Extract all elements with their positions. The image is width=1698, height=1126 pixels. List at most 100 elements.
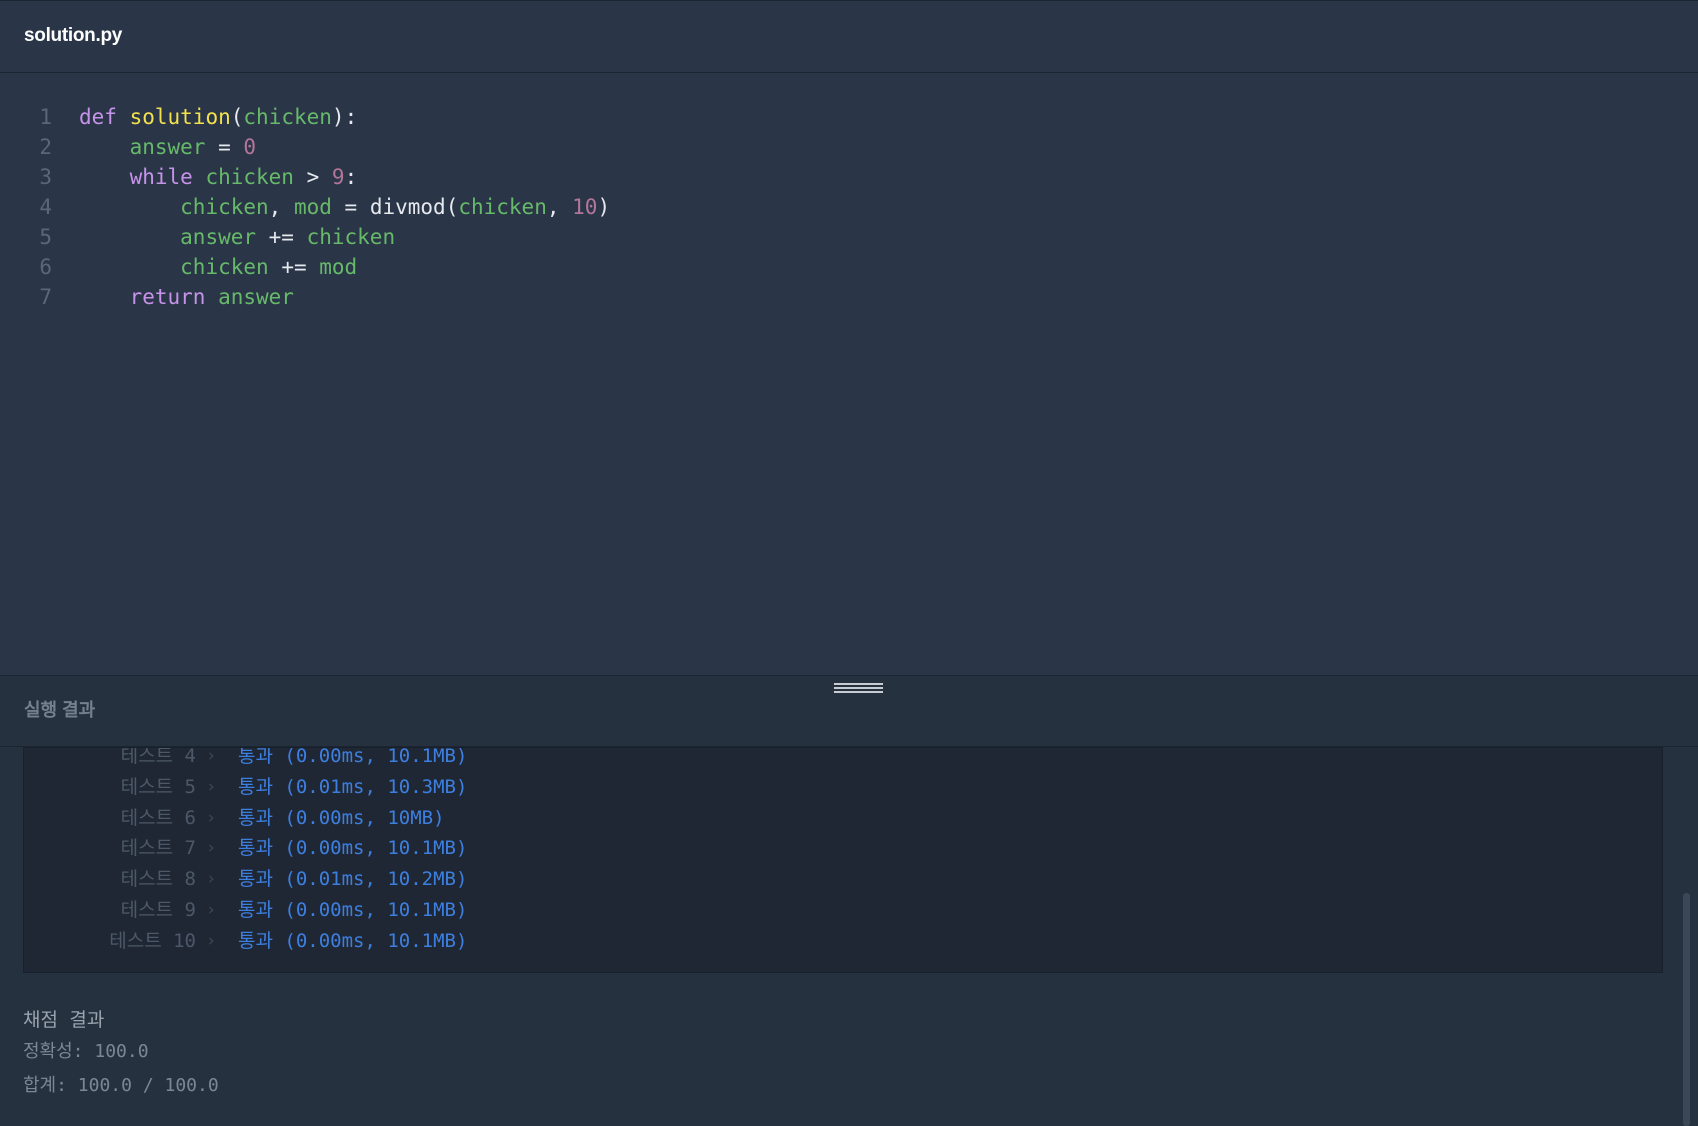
code-token: answer (180, 225, 257, 249)
panel-splitter[interactable]: 실행 결과 (0, 675, 1698, 747)
results-title: 실행 결과 (24, 700, 96, 720)
file-tab-bar: solution.py (0, 1, 1698, 73)
code-line[interactable]: 5 answer += chicken (0, 222, 1698, 252)
code-token: return (129, 285, 206, 309)
code-token: chicken (180, 195, 269, 219)
code-token: solution (129, 105, 231, 129)
code-token: chicken (205, 165, 294, 189)
chevron-right-icon: › (206, 807, 217, 828)
code-token: chicken (243, 105, 332, 129)
code-token: def (79, 105, 117, 129)
test-label: 테스트 8 (120, 868, 196, 891)
results-panel: 테스트 4 › 통과 (0.00ms, 10.1MB) 테스트 5 › 통과 (0.01m… (0, 747, 1698, 1126)
code-line[interactable]: 3 while chicken > 9: (0, 162, 1698, 192)
code-area[interactable]: 1 def solution(chicken): 2 answer = 03 whi… (0, 102, 1698, 312)
code-token: , (546, 195, 573, 219)
file-name-tab[interactable]: solution.py (24, 25, 122, 47)
code-token: while (129, 165, 193, 189)
test-result-status: 통과 (0.00ms, 10MB) (238, 806, 445, 829)
chevron-right-icon: › (206, 900, 217, 920)
grading-summary: 채점 결과 정확성: 100.0 합계: 100.0 / 100.0 (23, 1005, 219, 1103)
code-token: answer (129, 135, 206, 159)
line-number: 3 (39, 165, 52, 189)
test-label: 테스트 7 (120, 837, 196, 860)
line-code[interactable]: answer = 0 (79, 132, 256, 162)
test-result-row: 테스트 5 › 통과 (0.01ms, 10.3MB) (24, 772, 1662, 802)
code-token: 0 (243, 135, 257, 159)
line-code[interactable]: answer += chicken (79, 222, 395, 252)
results-scrollbar-thumb[interactable] (1683, 893, 1690, 1126)
test-label: 테스트 9 (120, 899, 196, 921)
chevron-right-icon: › (206, 930, 217, 951)
line-number: 6 (39, 255, 52, 279)
test-result-status: 통과 (0.00ms, 10.1MB) (238, 899, 468, 921)
test-result-status: 통과 (0.00ms, 10.1MB) (238, 929, 468, 952)
line-number: 5 (39, 225, 52, 249)
code-line[interactable]: 4 chicken, mod = divmod(chicken, 10) (0, 192, 1698, 222)
code-token: ( (230, 105, 244, 129)
test-result-status: 통과 (0.00ms, 10.1MB) (238, 747, 468, 767)
code-token: mod (319, 255, 358, 279)
chevron-right-icon: › (206, 869, 217, 890)
chevron-right-icon: › (206, 838, 217, 859)
code-token: mod (293, 195, 332, 219)
code-token: += (256, 225, 307, 249)
test-label: 테스트 4 (120, 747, 196, 767)
code-line[interactable]: 7 return answer (0, 282, 1698, 312)
line-number: 2 (39, 135, 52, 159)
code-line[interactable]: 2 answer = 0 (0, 132, 1698, 162)
test-result-row: 테스트 10 › 통과 (0.00ms, 10.1MB) (24, 926, 1662, 956)
line-code[interactable]: while chicken > 9: (79, 162, 358, 192)
code-editor-panel[interactable]: solution.py 1 def solution(chicken): 2 ans… (0, 0, 1698, 675)
test-result-row: 테스트 6 › 통과 (0.00ms, 10MB) (24, 803, 1662, 833)
line-number: 4 (39, 195, 52, 219)
grading-total: 합계: 100.0 / 100.0 (23, 1075, 219, 1096)
code-token: answer (218, 285, 294, 309)
code-token: chicken (306, 225, 396, 249)
code-token: += (268, 255, 320, 279)
line-number: 1 (39, 105, 52, 129)
drag-handle-icon[interactable] (834, 683, 883, 694)
line-code[interactable]: chicken, mod = divmod(chicken, 10) (79, 192, 610, 222)
test-result-row: 테스트 8 › 통과 (0.01ms, 10.2MB) (24, 864, 1662, 894)
grading-title: 채점 결과 (23, 1009, 105, 1031)
code-token: = divmod( (331, 195, 459, 219)
code-token: ) (597, 195, 611, 219)
grading-accuracy: 정확성: 100.0 (23, 1041, 149, 1062)
line-code[interactable]: def solution(chicken): (79, 102, 357, 132)
code-token: 10 (572, 195, 598, 219)
test-result-status: 통과 (0.01ms, 10.2MB) (238, 868, 468, 891)
chevron-right-icon: › (206, 747, 217, 766)
code-token: = (205, 135, 244, 159)
code-token: chicken (180, 255, 269, 279)
code-token: ): (331, 105, 358, 129)
code-token: > (293, 165, 332, 189)
line-code[interactable]: return answer (79, 282, 294, 312)
code-line[interactable]: 1 def solution(chicken): (0, 102, 1698, 132)
test-label: 테스트 10 (109, 929, 196, 952)
code-token: chicken (458, 195, 547, 219)
test-result-status: 통과 (0.00ms, 10.1MB) (238, 837, 468, 860)
code-token: 9 (331, 165, 345, 189)
test-label: 테스트 5 (120, 775, 196, 798)
test-result-row: 테스트 4 › 통과 (0.00ms, 10.1MB) (24, 747, 1662, 771)
test-result-row: 테스트 9 › 통과 (0.00ms, 10.1MB) (24, 895, 1662, 925)
test-results-list[interactable]: 테스트 4 › 통과 (0.00ms, 10.1MB) 테스트 5 › 통과 (0.01m… (23, 747, 1663, 973)
test-label: 테스트 6 (120, 806, 196, 829)
line-code[interactable]: chicken += mod (79, 252, 357, 282)
chevron-right-icon: › (206, 776, 217, 797)
code-token: : (344, 165, 358, 189)
test-result-status: 통과 (0.01ms, 10.3MB) (238, 775, 468, 798)
line-number: 7 (39, 285, 52, 309)
code-line[interactable]: 6 chicken += mod (0, 252, 1698, 282)
test-result-row: 테스트 7 › 통과 (0.00ms, 10.1MB) (24, 833, 1662, 863)
